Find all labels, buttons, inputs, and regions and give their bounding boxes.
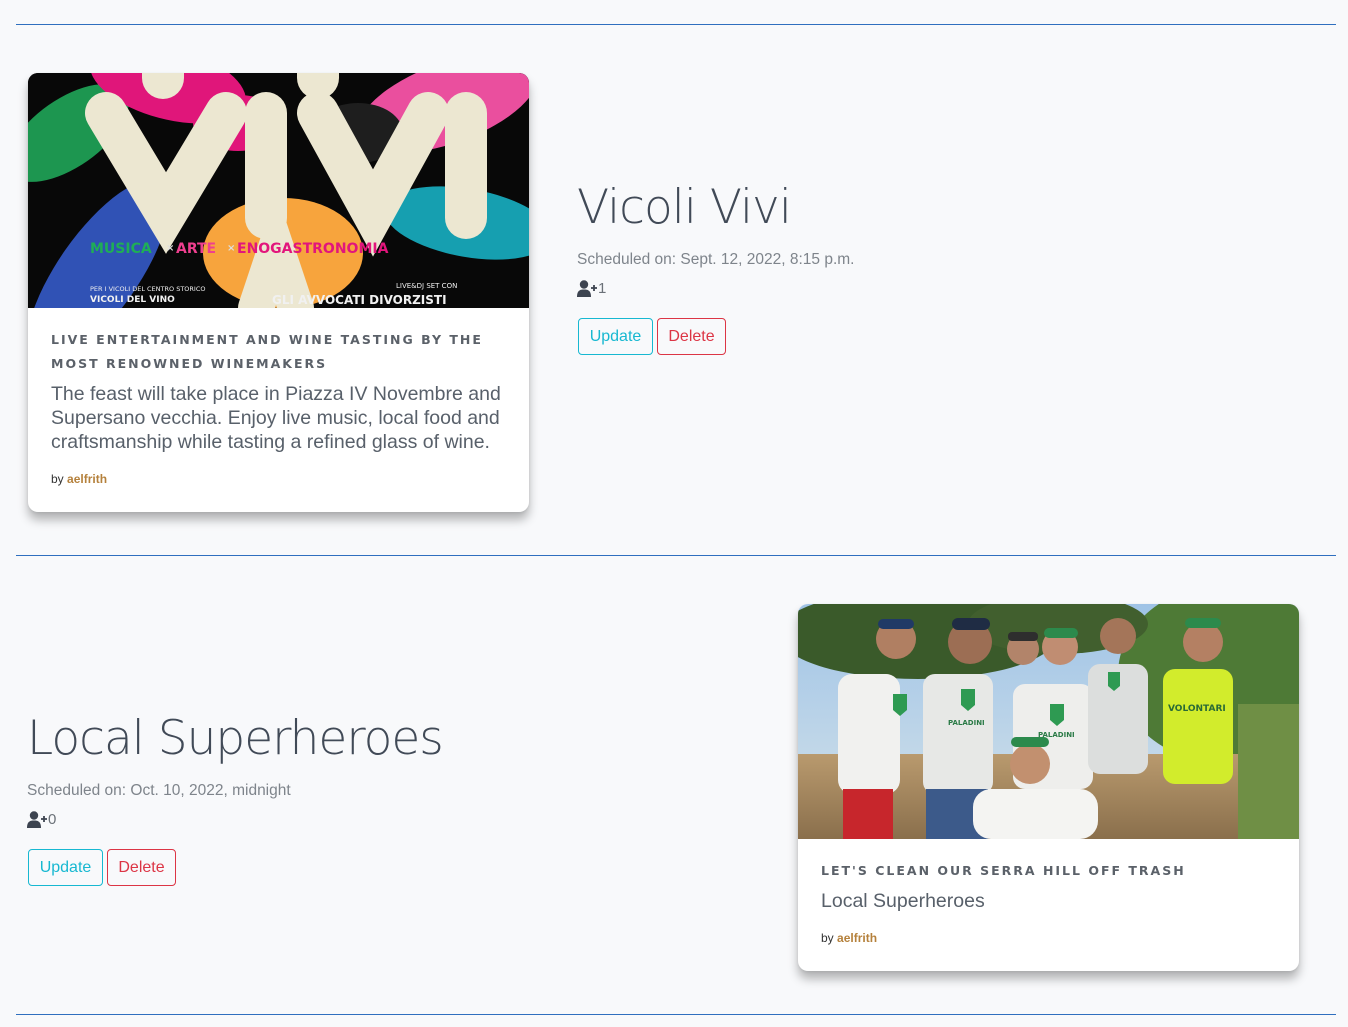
attendee-count: 0 (27, 811, 56, 828)
card-description: Local Superheroes (821, 890, 985, 912)
event-photo-image: PALADINI PALADINI VOLONTARI (798, 604, 1299, 839)
poster-small-text: LIVE&DJ SET CON (396, 282, 458, 290)
update-button[interactable]: Update (28, 849, 103, 886)
by-label: by (51, 472, 64, 486)
delete-button[interactable]: Delete (657, 318, 726, 355)
attendee-number: 0 (48, 811, 57, 828)
attendee-number: 1 (598, 280, 607, 297)
section-divider (16, 24, 1336, 25)
event-schedule: Scheduled on: Oct. 10, 2022, midnight (27, 782, 291, 799)
event-poster-image: MUSICA × ARTE × ENOGASTRONOMIA PER I VIC… (28, 73, 529, 308)
delete-button[interactable]: Delete (107, 849, 176, 886)
author-link[interactable]: aelfrith (67, 472, 107, 486)
user-plus-icon (27, 811, 47, 828)
poster-small-text: GLI AVVOCATI DIVORZISTI (272, 293, 447, 307)
poster-small-text: VICOLI DEL VINO (90, 295, 175, 305)
update-button[interactable]: Update (578, 318, 653, 355)
shirt-text: PALADINI (1038, 731, 1075, 739)
event-schedule: Scheduled on: Sept. 12, 2022, 8:15 p.m. (577, 251, 855, 268)
event-card-vicoli-vivi[interactable]: MUSICA × ARTE × ENOGASTRONOMIA PER I VIC… (28, 73, 529, 512)
card-byline: by aelfrith (51, 472, 506, 486)
attendee-count: 1 (577, 280, 606, 297)
author-link[interactable]: aelfrith (837, 931, 877, 945)
section-divider (16, 555, 1336, 556)
card-body: Let's clean our Serra hill off trash Loc… (798, 839, 1299, 971)
card-subtitle: Let's clean our Serra hill off trash (821, 863, 1186, 878)
poster-cross: × (166, 243, 175, 254)
vest-text: VOLONTARI (1168, 704, 1226, 714)
event-card-local-superheroes[interactable]: PALADINI PALADINI VOLONTARI Let's clean … (798, 604, 1299, 971)
poster-eno-text: ENOGASTRONOMIA (237, 241, 389, 257)
card-body: Live entertainment and wine tasting by t… (28, 308, 529, 512)
event-title: Local Superheroes (27, 711, 444, 766)
poster-cross: × (227, 243, 236, 254)
poster-musica-text: MUSICA (90, 241, 152, 257)
poster-small-text: PER I VICOLI DEL CENTRO STORICO (90, 285, 206, 293)
event-title: Vicoli Vivi (577, 180, 792, 235)
poster-arte-text: ARTE (176, 241, 217, 257)
card-description: The feast will take place in Piazza IV N… (51, 383, 501, 453)
section-divider (16, 1014, 1336, 1015)
user-plus-icon (577, 280, 597, 297)
by-label: by (821, 931, 834, 945)
card-byline: by aelfrith (821, 931, 1276, 945)
card-subtitle: Live entertainment and wine tasting by t… (51, 332, 483, 371)
shirt-text: PALADINI (948, 719, 985, 727)
